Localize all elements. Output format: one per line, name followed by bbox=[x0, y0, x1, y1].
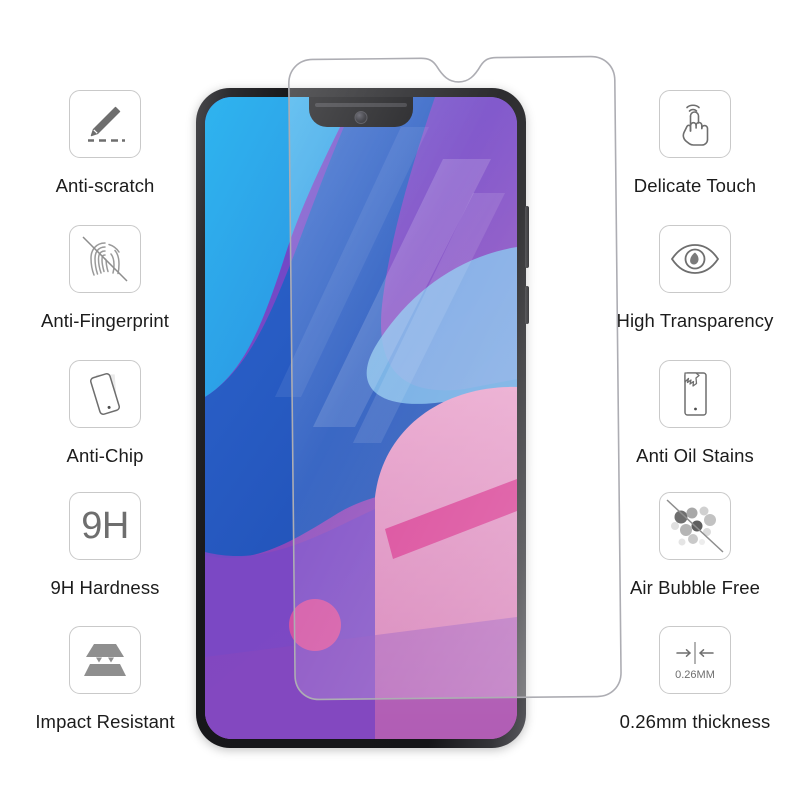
feature-anti-oil-stains[interactable]: Anti Oil Stains bbox=[590, 360, 800, 467]
volume-button[interactable] bbox=[525, 206, 529, 268]
fingerprint-crossed-icon bbox=[69, 225, 141, 293]
tilted-phone-icon bbox=[69, 360, 141, 428]
earpiece-speaker bbox=[315, 103, 407, 107]
feature-column-right: Delicate Touch High Transparency Anti Oi… bbox=[590, 0, 800, 800]
eye-icon bbox=[659, 225, 731, 293]
feature-impact-resistant[interactable]: Impact Resistant bbox=[0, 626, 210, 733]
feature-label: Anti-Chip bbox=[66, 445, 144, 466]
feature-label: 9H Hardness bbox=[50, 577, 160, 598]
thickness-value-text: 0.26MM bbox=[675, 669, 715, 681]
power-button[interactable] bbox=[525, 286, 529, 324]
feature-label: Anti Oil Stains bbox=[636, 445, 754, 466]
infographic-canvas: Anti-scratch Anti-Fingerprint Anti-Chip … bbox=[0, 0, 800, 800]
hand-tap-icon bbox=[659, 90, 731, 158]
feature-air-bubble-free[interactable]: Air Bubble Free bbox=[590, 492, 800, 599]
bubbles-crossed-icon bbox=[659, 492, 731, 560]
feature-label: Anti-Fingerprint bbox=[40, 310, 170, 331]
abstract-wave-wallpaper bbox=[205, 97, 517, 739]
feature-thickness[interactable]: 0.26MM 0.26mm thickness bbox=[590, 626, 800, 733]
feature-delicate-touch[interactable]: Delicate Touch bbox=[590, 90, 800, 197]
feature-label: Anti-scratch bbox=[55, 175, 155, 196]
feature-anti-scratch[interactable]: Anti-scratch bbox=[0, 90, 210, 197]
phone-body bbox=[196, 88, 529, 748]
feature-anti-fingerprint[interactable]: Anti-Fingerprint bbox=[0, 225, 210, 332]
thickness-arrows-icon: 0.26MM bbox=[659, 626, 731, 694]
feature-9h-hardness[interactable]: 9H 9H Hardness bbox=[0, 492, 210, 599]
feature-column-left: Anti-scratch Anti-Fingerprint Anti-Chip … bbox=[0, 0, 210, 800]
feature-label: 0.26mm thickness bbox=[619, 711, 771, 732]
feature-label: Air Bubble Free bbox=[629, 577, 761, 598]
feature-high-transparency[interactable]: High Transparency bbox=[590, 225, 800, 332]
layered-glass-impact-icon bbox=[69, 626, 141, 694]
phone-with-screen-protector bbox=[196, 55, 622, 752]
phone-screen bbox=[205, 97, 517, 739]
front-camera-icon bbox=[354, 111, 368, 124]
9h-text: 9H bbox=[81, 505, 129, 547]
9h-text-icon: 9H bbox=[69, 492, 141, 560]
feature-label: High Transparency bbox=[616, 310, 774, 331]
feature-label: Delicate Touch bbox=[633, 175, 757, 196]
feature-anti-chip[interactable]: Anti-Chip bbox=[0, 360, 210, 467]
knife-scratch-icon bbox=[69, 90, 141, 158]
feature-label: Impact Resistant bbox=[35, 711, 175, 732]
phone-oil-stain-icon bbox=[659, 360, 731, 428]
